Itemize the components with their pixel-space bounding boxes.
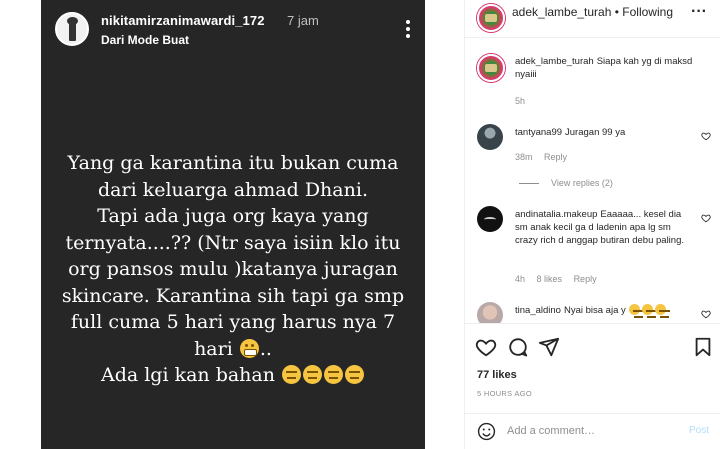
caption-avatar[interactable] — [477, 54, 505, 82]
story-time: 7 jam — [287, 13, 319, 28]
comment-icon[interactable] — [507, 336, 529, 358]
commenter-avatar[interactable] — [477, 302, 503, 323]
comment-username[interactable]: tina_aldino — [515, 305, 561, 316]
laughing-emoji-icon — [629, 304, 645, 318]
commenter-avatar[interactable] — [477, 206, 503, 232]
story-line: hari — [194, 337, 233, 360]
likes-count[interactable]: 77 likes — [477, 369, 517, 381]
comment-like-heart-icon[interactable] — [701, 213, 711, 223]
caption-time[interactable]: 5h — [515, 96, 525, 106]
expressionless-emoji-icon — [324, 365, 344, 384]
share-icon[interactable] — [538, 336, 560, 358]
comment-body: tina_aldino Nyai bisa aja y — [515, 304, 693, 318]
bookmark-icon[interactable] — [692, 336, 714, 358]
comment-likes[interactable]: 8 likes — [537, 274, 563, 284]
add-comment-bar: Post — [465, 413, 720, 445]
grimace-emoji-icon — [239, 338, 259, 358]
comment-username[interactable]: tantyana99 — [515, 127, 562, 138]
story-line: dari keluarga ahmad Dhani. — [98, 178, 368, 201]
story-line: ternyata....?? (Ntr saya isiin klo itu — [65, 231, 401, 254]
following-button[interactable]: Following — [622, 5, 673, 19]
header-separator: • — [614, 5, 619, 19]
author-username[interactable]: adek_lambe_turah — [512, 5, 611, 19]
story-line: skincare. Karantina sih tapi ga smp — [61, 284, 405, 307]
story-screenshot: nikitamirzanimawardi_172 7 jam Dari Mode… — [41, 0, 425, 449]
story-line-with-emoji: hari .. — [61, 336, 405, 363]
comments-list[interactable]: adek_lambe_turah Siapa kah yg di maksd ny… — [465, 38, 720, 323]
comment-time[interactable]: 38m — [515, 152, 533, 162]
story-text: Yang ga karantina itu bukan cuma dari ke… — [41, 150, 425, 389]
header-user-line: adek_lambe_turah • Following — [512, 5, 673, 19]
reply-button[interactable]: Reply — [544, 152, 567, 162]
caption-meta: 5h — [515, 96, 534, 106]
post-actions: 77 likes 5 HOURS AGO Post — [465, 323, 720, 443]
reply-button[interactable]: Reply — [574, 274, 597, 284]
view-replies-button[interactable]: View replies (2) — [519, 178, 613, 188]
comment-username[interactable]: andinatalia.makeup — [515, 209, 597, 220]
comment-meta: 38m Reply — [515, 152, 576, 162]
comment-like-heart-icon[interactable] — [701, 131, 711, 141]
expressionless-emoji-icon — [282, 365, 302, 384]
story-line: Yang ga karantina itu bukan cuma — [67, 152, 399, 174]
caption-body: adek_lambe_turah Siapa kah yg di maksd ny… — [515, 55, 693, 81]
comment-like-heart-icon[interactable] — [701, 309, 711, 319]
story-subtitle: Dari Mode Buat — [101, 33, 190, 47]
emoji-smile-icon[interactable] — [477, 422, 496, 441]
story-line: Tapi ada juga org kaya yang — [97, 205, 369, 227]
expressionless-emoji-icon — [345, 365, 365, 384]
left-backdrop: nikitamirzanimawardi_172 7 jam Dari Mode… — [0, 0, 464, 449]
story-line: Ada lgi kan bahan — [100, 364, 275, 386]
laughing-emoji-icon — [642, 304, 658, 318]
story-line: full cuma 5 hari yang harus nya 7 — [70, 311, 396, 333]
expressionless-emoji-icon — [303, 365, 323, 384]
post-comment-button[interactable]: Post — [689, 425, 709, 436]
commenter-avatar[interactable] — [477, 124, 503, 150]
story-line: .. — [259, 337, 272, 360]
comment-time[interactable]: 4h — [515, 274, 525, 284]
story-header: nikitamirzanimawardi_172 7 jam Dari Mode… — [55, 10, 415, 54]
comment-body: andinatalia.makeup Eaaaaa... kesel dia sm… — [515, 208, 693, 247]
author-avatar[interactable] — [477, 4, 505, 32]
post-header: adek_lambe_turah • Following ··· — [465, 0, 720, 38]
vertical-more-icon[interactable] — [405, 20, 411, 42]
story-line: org pansos mulu )katanya juragan — [68, 258, 398, 280]
posted-time[interactable]: 5 HOURS AGO — [477, 389, 532, 398]
story-avatar[interactable] — [55, 12, 89, 46]
story-username[interactable]: nikitamirzanimawardi_172 — [101, 13, 265, 28]
comment-meta: 4h 8 likes Reply — [515, 274, 606, 284]
caption-username[interactable]: adek_lambe_turah — [515, 56, 594, 67]
comment-text: Juragan 99 ya — [565, 127, 626, 138]
comment-input[interactable] — [507, 423, 667, 439]
heart-icon[interactable] — [475, 336, 497, 358]
post-sidebar: adek_lambe_turah • Following ··· adek_la… — [464, 0, 720, 449]
more-horizontal-icon[interactable]: ··· — [691, 3, 707, 21]
comment-body: tantyana99 Juragan 99 ya — [515, 126, 693, 139]
laughing-emoji-icon — [655, 304, 671, 318]
story-line-with-emoji: Ada lgi kan bahan — [61, 362, 405, 389]
comment-text: Nyai bisa aja y — [563, 305, 626, 316]
